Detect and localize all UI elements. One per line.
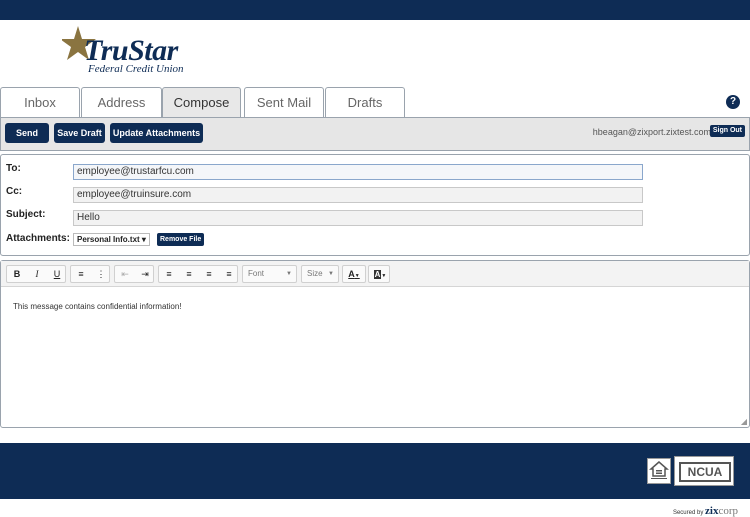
align-center-icon[interactable]: ≡ [179,266,199,282]
secured-by-text: Secured by [672,510,704,516]
size-dropdown[interactable]: Size ▼ [301,265,339,283]
update-attachments-button[interactable]: Update Attachments [110,123,203,143]
compose-toolbar: Send Save Draft Update Attachments hbeag… [0,117,750,151]
message-editor: B I U ≡ ⋮ ⇤ ⇥ ≡ ≡ ≡ ≡ Font ▼ Size ▼ A▼ A… [0,260,750,428]
align-right-icon[interactable]: ≡ [199,266,219,282]
editor-toolbar: B I U ≡ ⋮ ⇤ ⇥ ≡ ≡ ≡ ≡ Font ▼ Size ▼ A▼ A… [1,261,749,287]
ncua-badge: NCUA [674,456,734,486]
to-field[interactable]: employee@trustarfcu.com [73,164,643,180]
unordered-list-icon[interactable]: ⋮ [91,266,111,282]
format-group: B I U [6,265,66,283]
message-body[interactable]: This message contains confidential infor… [13,302,182,311]
brand-subtitle: Federal Credit Union [88,63,184,75]
background-color-button[interactable]: A▼ [368,265,390,283]
attachment-selected-value: Personal Info.txt [77,235,140,244]
tab-address[interactable]: Address [81,87,162,118]
save-draft-button[interactable]: Save Draft [54,123,105,143]
tab-sent-mail[interactable]: Sent Mail [244,87,324,118]
help-icon[interactable]: ? [726,95,740,109]
corp-logo-text: corp [718,505,738,517]
indent-icon[interactable]: ⇥ [135,266,155,282]
indent-group: ⇤ ⇥ [114,265,154,283]
trustar-logo: TruStar Federal Credit Union [62,26,202,76]
top-bar [0,0,750,20]
equal-housing-lender-icon [647,458,671,484]
tab-inbox[interactable]: Inbox [0,87,80,118]
outdent-icon[interactable]: ⇤ [115,266,135,282]
text-color-icon: A▼ [348,269,360,279]
tab-compose[interactable]: Compose [162,87,241,118]
to-label: To: [6,163,21,174]
message-headers: To: employee@trustarfcu.com Cc: employee… [0,154,750,256]
send-button[interactable]: Send [5,123,49,143]
remove-file-button[interactable]: Remove File [157,233,205,246]
resize-handle-icon[interactable]: ◢ [741,417,747,426]
text-color-button[interactable]: A▼ [342,265,366,283]
font-dropdown[interactable]: Font ▼ [242,265,297,283]
attachments-label: Attachments: [6,233,70,244]
user-email: hbeagan@zixport.zixtest.com [592,127,711,137]
subject-field[interactable]: Hello [73,210,643,226]
ordered-list-icon[interactable]: ≡ [71,266,91,282]
bold-icon[interactable]: B [7,266,27,282]
font-dropdown-label: Font [248,269,265,278]
attachment-select[interactable]: Personal Info.txt ▾ [73,233,150,246]
footer [0,443,750,499]
list-group: ≡ ⋮ [70,265,110,283]
subject-label: Subject: [6,209,46,220]
align-group: ≡ ≡ ≡ ≡ [158,265,238,283]
sign-out-button[interactable]: Sign Out [709,125,745,137]
size-dropdown-label: Size [307,269,323,278]
italic-icon[interactable]: I [27,266,47,282]
align-left-icon[interactable]: ≡ [159,266,179,282]
cc-field[interactable]: employee@truinsure.com [73,187,643,203]
background-color-icon: A▼ [373,270,387,279]
chevron-down-icon: ▼ [328,271,334,277]
ncua-label: NCUA [679,462,731,482]
zix-logo-text: zix [705,505,719,517]
tab-drafts[interactable]: Drafts [325,87,405,118]
align-justify-icon[interactable]: ≡ [219,266,239,282]
underline-icon[interactable]: U [47,266,67,282]
dropdown-caret-icon: ▾ [141,235,146,244]
secured-by-zixcorp: Secured by zixcorp [673,505,738,517]
chevron-down-icon: ▼ [286,271,292,277]
cc-label: Cc: [6,186,23,197]
